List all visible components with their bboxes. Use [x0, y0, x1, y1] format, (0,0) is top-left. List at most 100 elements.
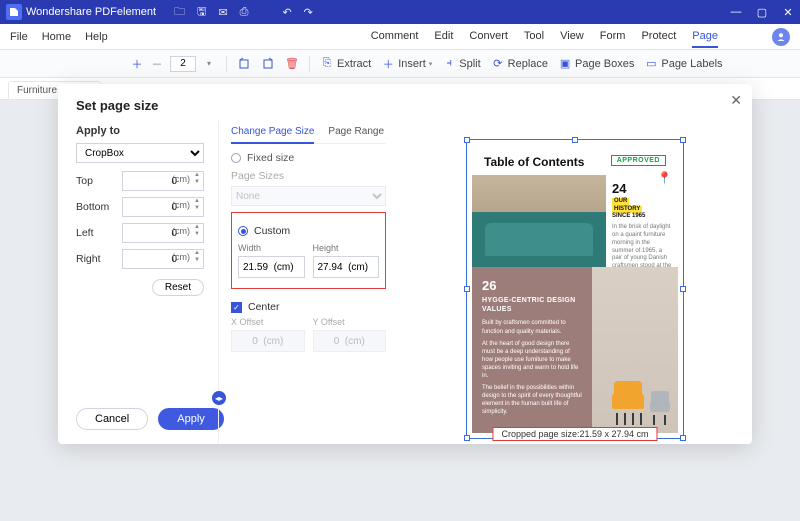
margin-left-input[interactable] — [122, 223, 204, 243]
redo-icon[interactable]: ↷ — [304, 6, 313, 19]
extract-icon: ⎘ — [320, 57, 334, 71]
chevron-down-icon[interactable]: ▾ — [202, 57, 216, 71]
menu-tab-convert[interactable]: Convert — [469, 26, 508, 48]
split-button[interactable]: ⫞Split — [442, 57, 480, 71]
maximize-button[interactable]: ▢ — [756, 6, 768, 19]
rotate-right-icon[interactable] — [261, 57, 275, 71]
spinner-icon[interactable]: ▲▼ — [194, 224, 202, 238]
menu-tab-protect[interactable]: Protect — [641, 26, 676, 48]
menu-tab-tool[interactable]: Tool — [524, 26, 544, 48]
tab-page-range[interactable]: Page Range — [328, 121, 384, 143]
radio-icon — [238, 226, 248, 236]
margin-left-label: Left — [76, 227, 116, 239]
resize-handle[interactable] — [680, 435, 686, 441]
height-label: Height — [313, 243, 380, 253]
replace-icon: ⟳ — [491, 57, 505, 71]
margin-bottom-input[interactable] — [122, 197, 204, 217]
reset-button[interactable]: Reset — [152, 279, 204, 296]
menu-tab-edit[interactable]: Edit — [434, 26, 453, 48]
page-sizes-select: None — [231, 186, 386, 206]
quick-access-toolbar: 🗀 🖫 ✉ ⎙ ↶ ↷ — [174, 3, 313, 22]
panel-collapse-icon[interactable]: ◂▸ — [212, 391, 226, 405]
margin-top-label: Top — [76, 175, 116, 187]
checkbox-icon: ✓ — [231, 302, 242, 313]
page-sizes-label: Page Sizes — [231, 170, 386, 182]
ribbon-toolbar: ＋ － ▾ 🗑 ⎘Extract ＋Insert▾ ⫞Split ⟳Replac… — [0, 50, 800, 78]
dialog-close-button[interactable]: ✕ — [730, 92, 742, 109]
resize-handle[interactable] — [572, 137, 578, 143]
insert-button[interactable]: ＋Insert▾ — [381, 57, 432, 71]
menu-file[interactable]: File — [10, 31, 28, 43]
menu-help[interactable]: Help — [85, 31, 108, 43]
user-avatar-icon[interactable] — [772, 28, 790, 46]
undo-icon[interactable]: ↶ — [282, 6, 291, 19]
app-logo-icon — [6, 4, 22, 20]
titlebar: Wondershare PDFelement 🗀 🖫 ✉ ⎙ ↶ ↷ — ▢ ✕ — [0, 0, 800, 24]
page-boxes-button[interactable]: ▣Page Boxes — [558, 57, 634, 71]
zoom-plus-icon[interactable]: ＋ — [130, 57, 144, 71]
apply-button[interactable]: Apply — [158, 408, 224, 430]
custom-size-highlight: Custom Width Height — [231, 212, 386, 289]
preview-panel: Table of Contents APPROVED 📍 24 OUR HIST… — [398, 121, 752, 444]
page-boxes-icon: ▣ — [558, 57, 572, 71]
minimize-button[interactable]: — — [730, 6, 742, 19]
menu-tab-page[interactable]: Page — [692, 26, 718, 48]
sofa-image — [472, 175, 606, 267]
center-checkbox[interactable]: ✓ Center — [231, 301, 386, 313]
spinner-icon[interactable]: ▲▼ — [194, 172, 202, 186]
cancel-button[interactable]: Cancel — [76, 408, 148, 430]
width-label: Width — [238, 243, 305, 253]
spinner-icon[interactable]: ▲▼ — [194, 250, 202, 264]
menubar: File Home Help Comment Edit Convert Tool… — [0, 24, 800, 50]
insert-icon: ＋ — [381, 57, 395, 71]
radio-icon — [231, 153, 241, 163]
apply-to-panel: Apply to CropBox Top (cm)▲▼ Bottom (cm)▲… — [58, 121, 218, 444]
page-size-panel: Change Page Size Page Range Fixed size P… — [218, 121, 398, 444]
margin-right-input[interactable] — [122, 249, 204, 269]
menu-tab-form[interactable]: Form — [600, 26, 626, 48]
section-26: 26 HYGGE-CENTRIC DESIGN VALUES Built by … — [472, 267, 592, 433]
approved-stamp: APPROVED — [611, 155, 666, 166]
zoom-minus-icon[interactable]: － — [150, 57, 164, 71]
apply-to-label: Apply to — [76, 125, 204, 137]
tab-change-page-size[interactable]: Change Page Size — [231, 121, 314, 144]
custom-size-radio[interactable]: Custom — [238, 225, 379, 237]
delete-page-icon[interactable]: 🗑 — [285, 57, 299, 71]
set-page-size-dialog: ✕ Set page size Apply to CropBox Top (cm… — [58, 84, 752, 444]
fixed-size-radio[interactable]: Fixed size — [231, 152, 386, 164]
page-number-input[interactable] — [170, 56, 196, 72]
resize-handle[interactable] — [464, 286, 470, 292]
menu-tab-comment[interactable]: Comment — [371, 26, 419, 48]
resize-handle[interactable] — [680, 286, 686, 292]
app-name: Wondershare PDFelement — [26, 6, 156, 18]
spinner-icon[interactable]: ▲▼ — [194, 198, 202, 212]
apply-to-select[interactable]: CropBox — [76, 143, 204, 163]
print-icon[interactable]: ⎙ — [240, 6, 249, 19]
margin-right-label: Right — [76, 253, 116, 265]
rotate-left-icon[interactable] — [237, 57, 251, 71]
page-labels-button[interactable]: ▭Page Labels — [644, 57, 722, 71]
margin-top-input[interactable] — [122, 171, 204, 191]
menu-home[interactable]: Home — [42, 31, 71, 43]
close-window-button[interactable]: ✕ — [782, 6, 794, 19]
resize-handle[interactable] — [464, 137, 470, 143]
save-icon[interactable]: 🖫 — [197, 3, 206, 22]
x-offset-label: X Offset — [231, 317, 305, 327]
width-input[interactable] — [238, 256, 305, 278]
split-icon: ⫞ — [442, 57, 456, 71]
pin-icon: 📍 — [657, 171, 672, 187]
toc-title: Table of Contents — [484, 155, 584, 169]
resize-handle[interactable] — [464, 435, 470, 441]
replace-button[interactable]: ⟳Replace — [491, 57, 548, 71]
x-offset-input — [231, 330, 305, 352]
page-preview: Table of Contents APPROVED 📍 24 OUR HIST… — [472, 145, 678, 433]
height-input[interactable] — [313, 256, 380, 278]
resize-handle[interactable] — [680, 137, 686, 143]
open-icon[interactable]: 🗀 — [174, 3, 185, 22]
mail-icon[interactable]: ✉ — [218, 6, 227, 19]
page-labels-icon: ▭ — [644, 57, 658, 71]
crop-size-readout: Cropped page size:21.59 x 27.94 cm — [492, 427, 657, 441]
extract-button[interactable]: ⎘Extract — [320, 57, 371, 71]
chairs-image — [592, 267, 678, 433]
menu-tab-view[interactable]: View — [560, 26, 584, 48]
